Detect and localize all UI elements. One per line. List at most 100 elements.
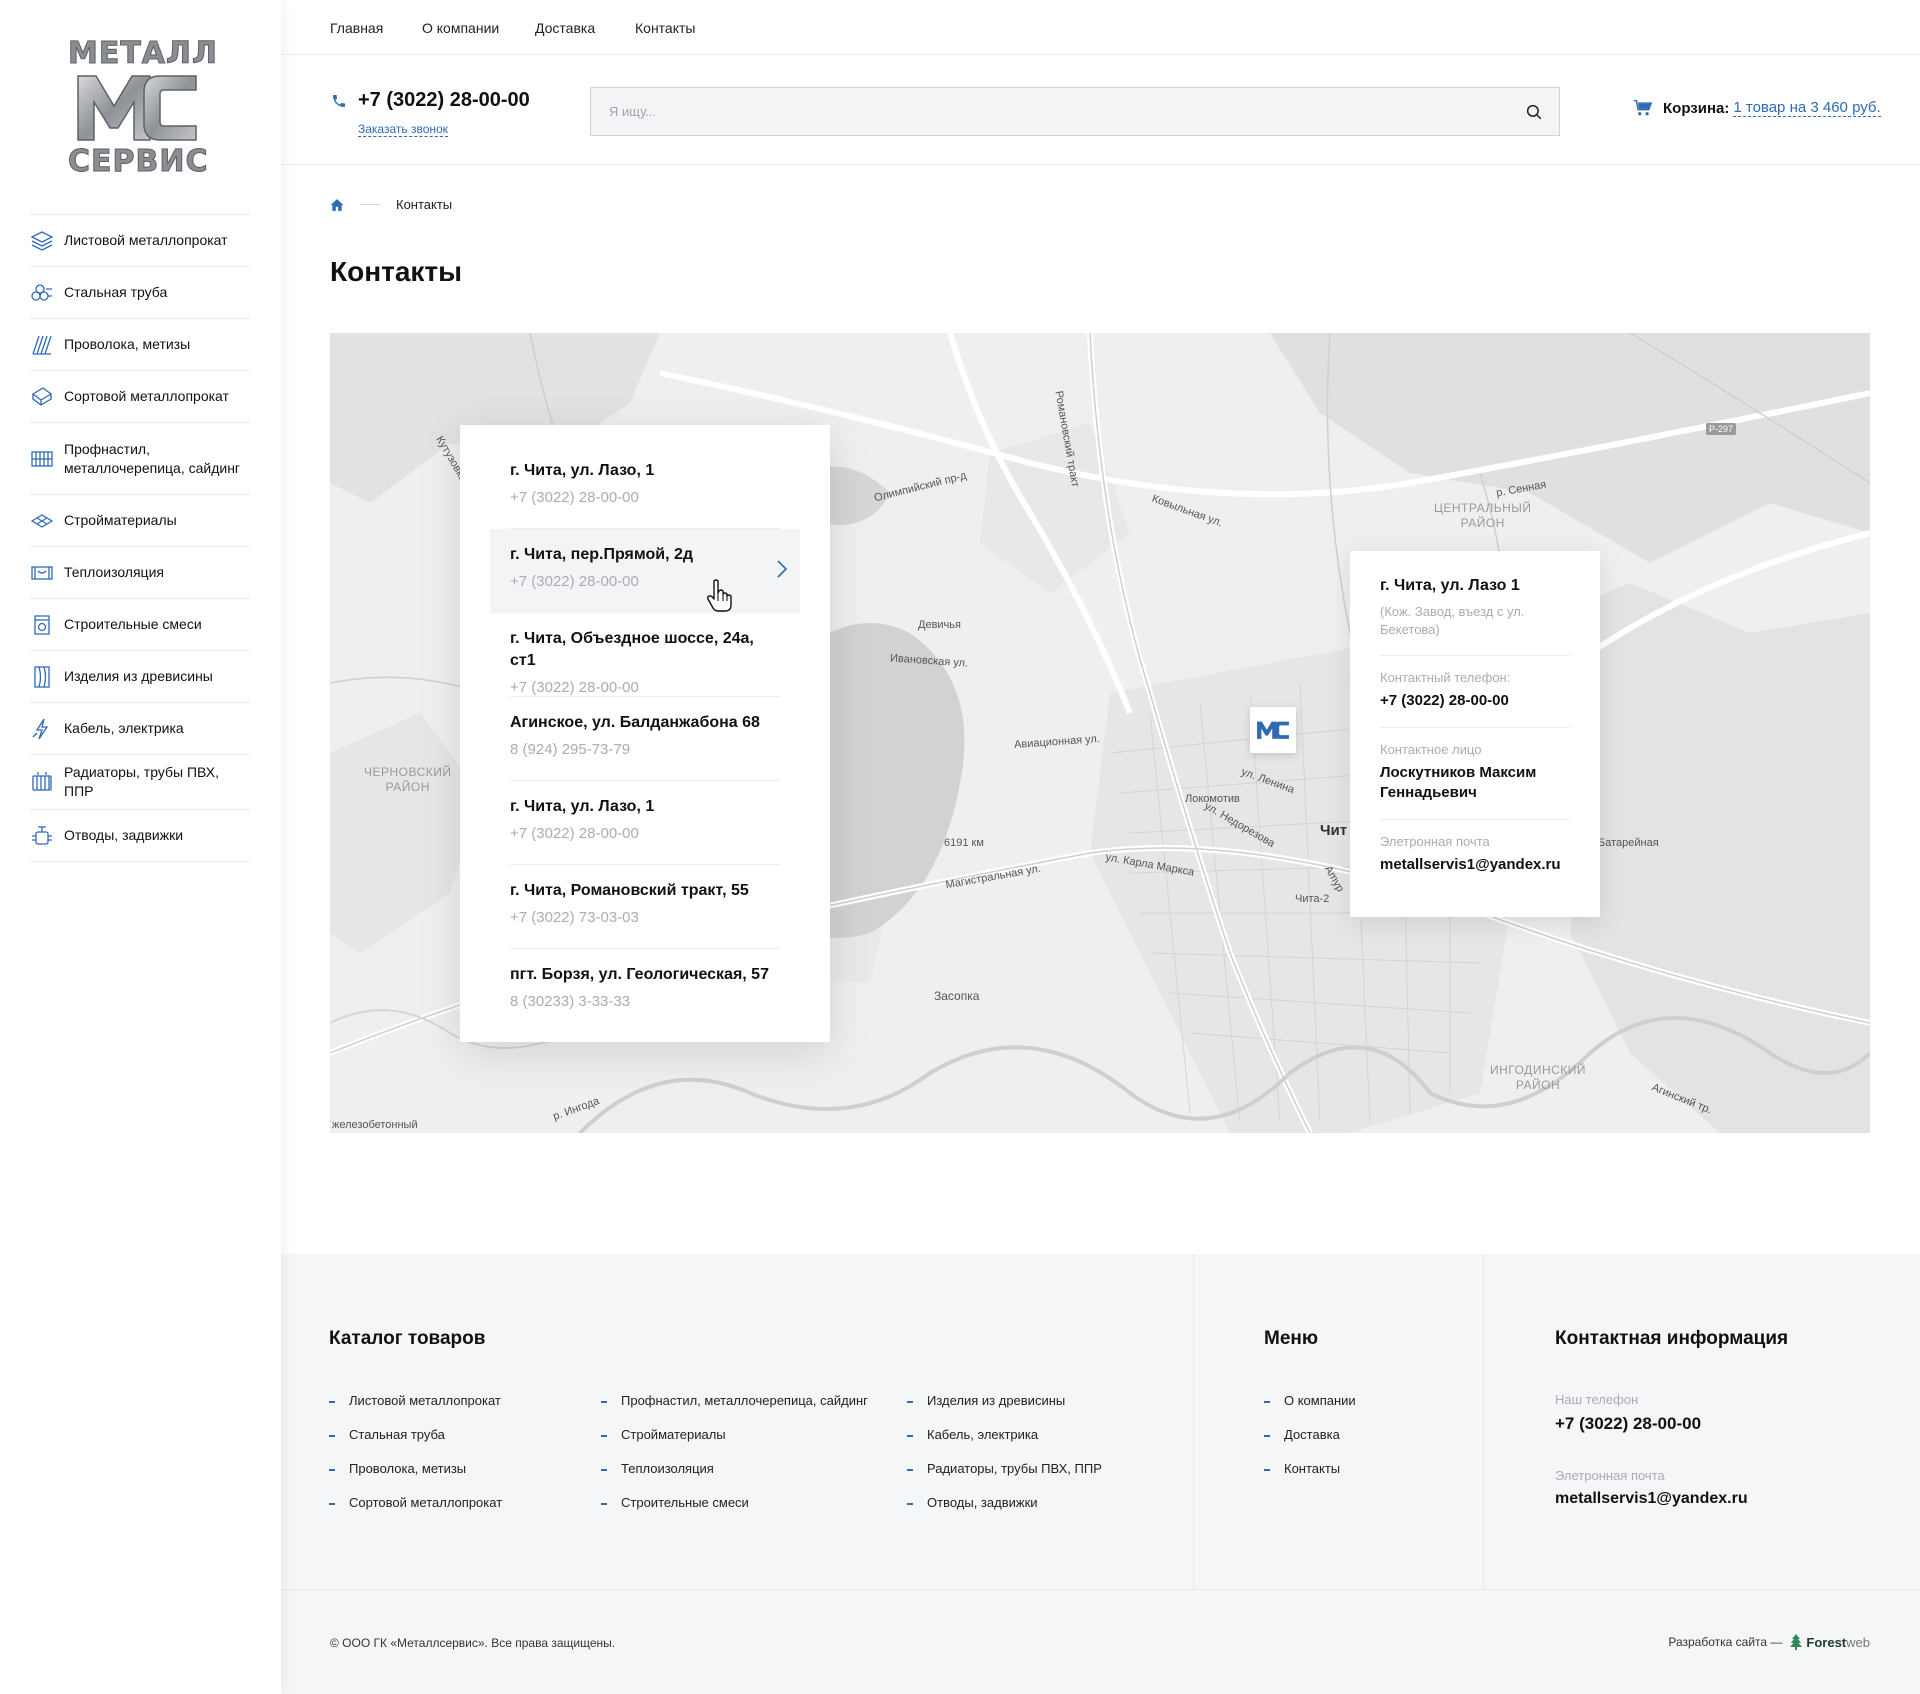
sidebar-item-building-materials[interactable]: Стройматериалы	[30, 495, 250, 547]
map-label: Засопка	[934, 989, 980, 1003]
footer-link[interactable]: Изделия из древисины	[907, 1384, 1102, 1418]
info-person: Лоскутников Максим Геннадьевич	[1380, 764, 1537, 801]
nav-link-contacts[interactable]: Контакты	[635, 20, 695, 36]
footer-link[interactable]: Проволока, метизы	[329, 1452, 502, 1486]
address-title: г. Чита, ул. Лазо, 1	[510, 462, 655, 479]
address-item[interactable]: Агинское, ул. Балданжабона 68 8 (924) 29…	[490, 697, 800, 781]
logo-bottom-text: СЕРВИС	[68, 144, 209, 180]
sidebar-item-radiator[interactable]: Радиаторы, трубы ПВХ, ППР	[30, 755, 250, 810]
sidebar: МЕТАЛЛ СЕРВИС Листовой металлопрокат Ста…	[0, 0, 281, 1694]
road-badge: Р-297	[1706, 423, 1737, 435]
footer-link[interactable]: Сортовой металлопрокат	[329, 1486, 502, 1520]
home-icon[interactable]	[330, 198, 344, 212]
cable-icon	[32, 718, 49, 739]
profiled-sheet-icon	[31, 450, 53, 467]
cart-summary-link[interactable]: 1 товар на 3 460 руб.	[1733, 99, 1881, 117]
footer-link[interactable]: Доставка	[1264, 1418, 1356, 1452]
dry-mix-icon	[34, 614, 50, 635]
cart-icon	[1634, 99, 1653, 116]
footer-link[interactable]: Контакты	[1264, 1452, 1356, 1486]
map-label: железобетонный	[332, 1119, 418, 1131]
nav-link-home[interactable]: Главная	[330, 20, 383, 36]
sidebar-item-wire[interactable]: Проволока, метизы	[30, 319, 250, 371]
address-item[interactable]: г. Чита, Объездное шоссе, 24а, ст1 +7 (3…	[490, 613, 800, 697]
footer-link[interactable]: Строительные смеси	[601, 1486, 868, 1520]
section-metal-icon	[31, 386, 53, 406]
map[interactable]: Олимпийский пр-д Ковыльная ул. Романовск…	[330, 333, 1870, 1133]
radiator-icon	[32, 772, 52, 791]
address-item-active[interactable]: г. Чита, пер.Прямой, 2д +7 (3022) 28-00-…	[490, 529, 800, 613]
address-item[interactable]: г. Чита, Романовский тракт, 55 +7 (3022)…	[490, 865, 800, 949]
footer-link[interactable]: Профнастил, металлочерепица, сайдинг	[601, 1384, 868, 1418]
developer-brand-suffix: web	[1846, 1634, 1870, 1650]
copyright: © ООО ГК «Металлсервис». Все права защищ…	[330, 1636, 616, 1650]
footer-link[interactable]: Теплоизоляция	[601, 1452, 868, 1486]
sidebar-item-steel-pipe[interactable]: Стальная труба	[30, 267, 250, 319]
mc-logo-icon	[1257, 721, 1289, 739]
nav-link-delivery[interactable]: Доставка	[535, 20, 595, 36]
header-phone[interactable]: +7 (3022) 28-00-00	[358, 89, 530, 112]
info-email-label: Элетронная почта	[1380, 834, 1490, 849]
cart-label: Корзина:	[1663, 99, 1730, 117]
footer-link[interactable]: Стальная труба	[329, 1418, 502, 1452]
footer-link[interactable]: Отводы, задвижки	[907, 1486, 1102, 1520]
logo[interactable]: МЕТАЛЛ СЕРВИС	[68, 30, 218, 180]
sidebar-item-label: Стальная труба	[64, 284, 168, 300]
nav-link-about[interactable]: О компании	[422, 20, 499, 36]
location-info-card: г. Чита, ул. Лазо 1 (Кож. Завод, въезд с…	[1350, 551, 1600, 917]
sidebar-item-section-metal[interactable]: Сортовой металлопрокат	[30, 371, 250, 423]
callback-link[interactable]: Заказать звонок	[358, 122, 448, 137]
breadcrumb: Контакты	[330, 197, 452, 212]
address-item[interactable]: г. Чита, ул. Лазо, 1 +7 (3022) 28-00-00	[490, 781, 800, 865]
info-title: г. Чита, ул. Лазо 1	[1380, 577, 1520, 594]
footer-divider	[281, 1589, 1920, 1590]
footer-phone-label: Наш телефон	[1555, 1392, 1639, 1407]
footer-menu: О компании Доставка Контакты	[1264, 1384, 1356, 1486]
footer-email-label: Элетронная почта	[1555, 1468, 1665, 1483]
footer-link[interactable]: Радиаторы, трубы ПВХ, ППР	[907, 1452, 1102, 1486]
info-email[interactable]: metallservis1@yandex.ru	[1380, 855, 1570, 875]
address-phone: +7 (3022) 28-00-00	[510, 573, 639, 590]
map-pin[interactable]	[1250, 707, 1296, 753]
developer-credit[interactable]: Разработка сайта — Forest web	[1668, 1634, 1870, 1650]
search-input[interactable]	[591, 88, 1511, 135]
footer-catalog-column: Профнастил, металлочерепица, сайдинг Стр…	[601, 1384, 868, 1520]
hand-cursor-icon	[707, 579, 732, 612]
address-title: г. Чита, пер.Прямой, 2д	[510, 546, 694, 563]
sheet-metal-icon	[30, 230, 54, 251]
map-district: ИНГОДИНСКИЙ РАЙОН	[1490, 1063, 1587, 1092]
sidebar-item-label: Стройматериалы	[64, 512, 177, 528]
address-item[interactable]: пгт. Борзя, ул. Геологическая, 57 8 (302…	[490, 949, 800, 1033]
breadcrumb-current: Контакты	[396, 197, 453, 212]
sidebar-item-label: Профнастил, металлочерепица, сайдинг	[64, 440, 241, 476]
address-list-panel: г. Чита, ул. Лазо, 1 +7 (3022) 28-00-00 …	[460, 425, 830, 1042]
breadcrumb-separator	[360, 204, 380, 205]
sidebar-item-wood[interactable]: Изделия из древисины	[30, 651, 250, 703]
footer-link[interactable]: Стройматериалы	[601, 1418, 868, 1452]
sidebar-item-valve[interactable]: Отводы, задвижки	[30, 810, 250, 862]
search-icon[interactable]	[1525, 103, 1543, 121]
sidebar-item-dry-mix[interactable]: Строительные смеси	[30, 599, 250, 651]
address-title: г. Чита, ул. Лазо, 1	[510, 798, 655, 815]
map-label: Батарейная	[1598, 837, 1659, 849]
footer-phone[interactable]: +7 (3022) 28-00-00	[1555, 1414, 1701, 1434]
sidebar-item-cable[interactable]: Кабель, электрика	[30, 703, 250, 755]
address-item[interactable]: г. Чита, ул. Лазо, 1 +7 (3022) 28-00-00	[490, 445, 800, 529]
sidebar-item-insulation[interactable]: Теплоизоляция	[30, 547, 250, 599]
sidebar-item-profiled-sheet[interactable]: Профнастил, металлочерепица, сайдинг	[30, 423, 250, 495]
address-phone: 8 (924) 295-73-79	[510, 741, 631, 758]
sidebar-item-label: Отводы, задвижки	[64, 827, 184, 843]
sidebar-item-label: Листовой металлопрокат	[64, 232, 228, 248]
wood-icon	[34, 665, 50, 688]
map-label: Чита-2	[1295, 893, 1330, 905]
info-phone[interactable]: +7 (3022) 28-00-00	[1380, 691, 1570, 711]
cart[interactable]: Корзина: 1 товар на 3 460 руб.	[1633, 99, 1881, 117]
footer-link[interactable]: О компании	[1264, 1384, 1356, 1418]
divider	[1380, 727, 1570, 728]
footer-email[interactable]: metallservis1@yandex.ru	[1555, 1490, 1748, 1508]
footer-link[interactable]: Кабель, электрика	[907, 1418, 1102, 1452]
sidebar-item-sheet-metal[interactable]: Листовой металлопрокат	[30, 215, 250, 267]
address-title: Агинское, ул. Балданжабона 68	[510, 714, 760, 731]
tree-icon	[1790, 1634, 1803, 1650]
footer-link[interactable]: Листовой металлопрокат	[329, 1384, 502, 1418]
